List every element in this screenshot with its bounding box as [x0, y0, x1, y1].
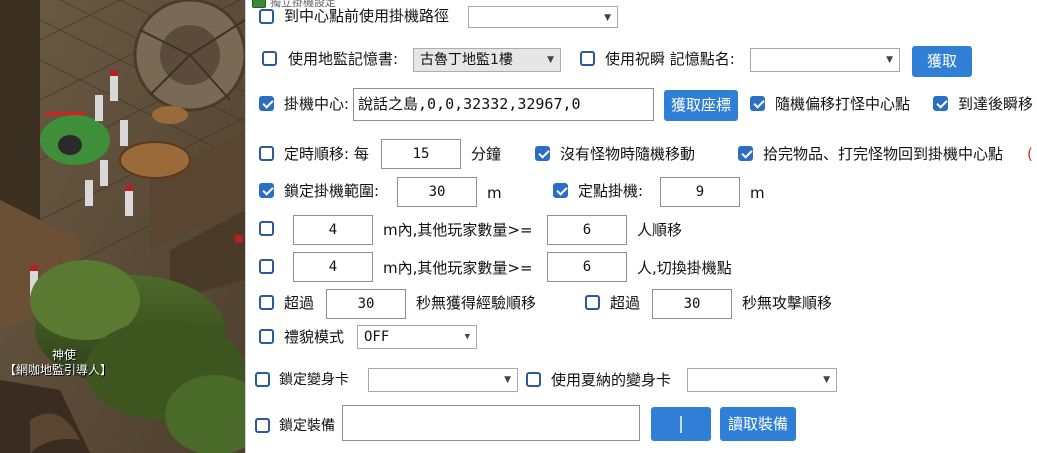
- blessed-teleport-label: 使用祝瞬 記憶點名:: [605, 50, 735, 68]
- teleport-after-checkbox[interactable]: [933, 96, 948, 111]
- center-point-checkbox[interactable]: [259, 96, 274, 111]
- path-before-center-label: 到中心點前使用掛機路徑: [284, 7, 450, 25]
- overflow-paren: (: [1027, 145, 1033, 163]
- polite-mode-select[interactable]: OFF ▼: [357, 325, 477, 349]
- fixed-point-unit: m: [750, 184, 765, 202]
- chevron-down-icon: ▼: [604, 13, 611, 23]
- players-switch-range-input[interactable]: 4: [293, 252, 373, 282]
- chevron-down-icon: ▼: [504, 375, 511, 385]
- no-exp-prefix: 超過: [284, 294, 315, 312]
- path-before-center-checkbox[interactable]: [259, 9, 274, 24]
- minutes-label: 分鐘: [471, 145, 502, 163]
- game-scene-art: [0, 0, 245, 453]
- players-switch-count-input[interactable]: 6: [547, 252, 627, 282]
- players-move-range-input[interactable]: 4: [293, 215, 373, 245]
- read-equip-button[interactable]: 讀取裝備: [720, 407, 796, 441]
- settings-panel: 獨立掛機設定 到中心點前使用掛機路徑 ▼ 使用地監記憶書: 古魯丁地監1樓 ▼ …: [245, 0, 1037, 453]
- polite-mode-checkbox[interactable]: [259, 329, 274, 344]
- no-attack-checkbox[interactable]: [585, 295, 600, 310]
- fixed-point-label: 定點掛機:: [578, 182, 644, 200]
- fixed-point-checkbox[interactable]: [553, 183, 568, 198]
- players-move-suffix: 人順移: [637, 221, 683, 239]
- return-center-label: 拾完物品、打完怪物回到掛機中心點: [763, 145, 1004, 163]
- polite-mode-label: 禮貌模式: [284, 328, 345, 346]
- no-attack-input[interactable]: 30: [652, 289, 732, 319]
- equip-pipe-button[interactable]: |: [651, 407, 711, 441]
- blessed-teleport-checkbox[interactable]: [580, 51, 595, 66]
- return-center-checkbox[interactable]: [738, 146, 753, 161]
- timed-move-input[interactable]: 15: [381, 139, 461, 169]
- use-scroll-checkbox[interactable]: [262, 51, 277, 66]
- lock-range-checkbox[interactable]: [259, 183, 274, 198]
- xiana-card-checkbox[interactable]: [526, 372, 541, 387]
- no-exp-suffix: 秒無獲得經驗順移: [416, 294, 537, 312]
- players-move-count-input[interactable]: 6: [547, 215, 627, 245]
- timed-move-checkbox[interactable]: [259, 146, 274, 161]
- teleport-after-label: 到達後瞬移: [958, 95, 1034, 113]
- lock-card-select[interactable]: ▼: [368, 368, 518, 392]
- chevron-down-icon: ▼: [547, 55, 554, 65]
- scroll-select[interactable]: 古魯丁地監1樓 ▼: [413, 48, 561, 72]
- memory-point-select[interactable]: ▼: [750, 48, 900, 72]
- center-point-input[interactable]: 說話之島,0,0,32332,32967,0: [353, 88, 654, 121]
- fetch-coords-button[interactable]: 獲取座標: [664, 90, 738, 121]
- xiana-card-select[interactable]: ▼: [687, 368, 837, 392]
- chevron-down-icon: ▼: [823, 375, 830, 385]
- lock-range-input[interactable]: 30: [397, 177, 477, 207]
- lock-card-label: 鎖定變身卡: [279, 372, 349, 388]
- players-switch-label: m內,其他玩家數量>=: [383, 259, 533, 277]
- players-switch-checkbox[interactable]: [259, 259, 274, 274]
- random-move-checkbox[interactable]: [535, 146, 550, 161]
- fixed-point-input[interactable]: 9: [660, 177, 740, 207]
- no-attack-prefix: 超過: [610, 294, 641, 312]
- app-icon: [252, 0, 266, 8]
- lock-range-label: 鎖定掛機範圍:: [284, 182, 380, 200]
- center-point-label: 掛機中心:: [284, 95, 350, 113]
- equip-input[interactable]: [342, 405, 640, 441]
- xiana-card-label: 使用夏納的變身卡: [551, 371, 672, 389]
- lock-card-checkbox[interactable]: [255, 372, 270, 387]
- random-move-label: 沒有怪物時隨機移動: [560, 145, 696, 163]
- lock-equip-checkbox[interactable]: [255, 418, 270, 433]
- players-move-label: m內,其他玩家數量>=: [383, 221, 533, 239]
- path-select[interactable]: ▼: [468, 6, 618, 28]
- chevron-down-icon: ▼: [464, 332, 470, 342]
- lock-range-unit: m: [487, 184, 502, 202]
- no-attack-suffix: 秒無攻擊順移: [742, 294, 833, 312]
- players-switch-suffix: 人,切換掛機點: [637, 259, 732, 277]
- lock-equip-label: 鎖定裝備: [279, 418, 335, 434]
- random-offset-label: 隨機偏移打怪中心點: [775, 95, 911, 113]
- chevron-down-icon: ▼: [886, 55, 893, 65]
- game-scene: 神使 【網咖地監引導人】: [0, 0, 245, 453]
- random-offset-checkbox[interactable]: [750, 96, 765, 111]
- timed-move-label: 定時順移: 每: [284, 145, 369, 163]
- fetch-button[interactable]: 獲取: [912, 46, 972, 77]
- use-scroll-label: 使用地監記憶書:: [288, 50, 399, 68]
- npc-title: 【網咖地監引導人】: [4, 363, 113, 377]
- players-move-checkbox[interactable]: [259, 221, 274, 236]
- no-exp-input[interactable]: 30: [326, 289, 406, 319]
- no-exp-checkbox[interactable]: [259, 295, 274, 310]
